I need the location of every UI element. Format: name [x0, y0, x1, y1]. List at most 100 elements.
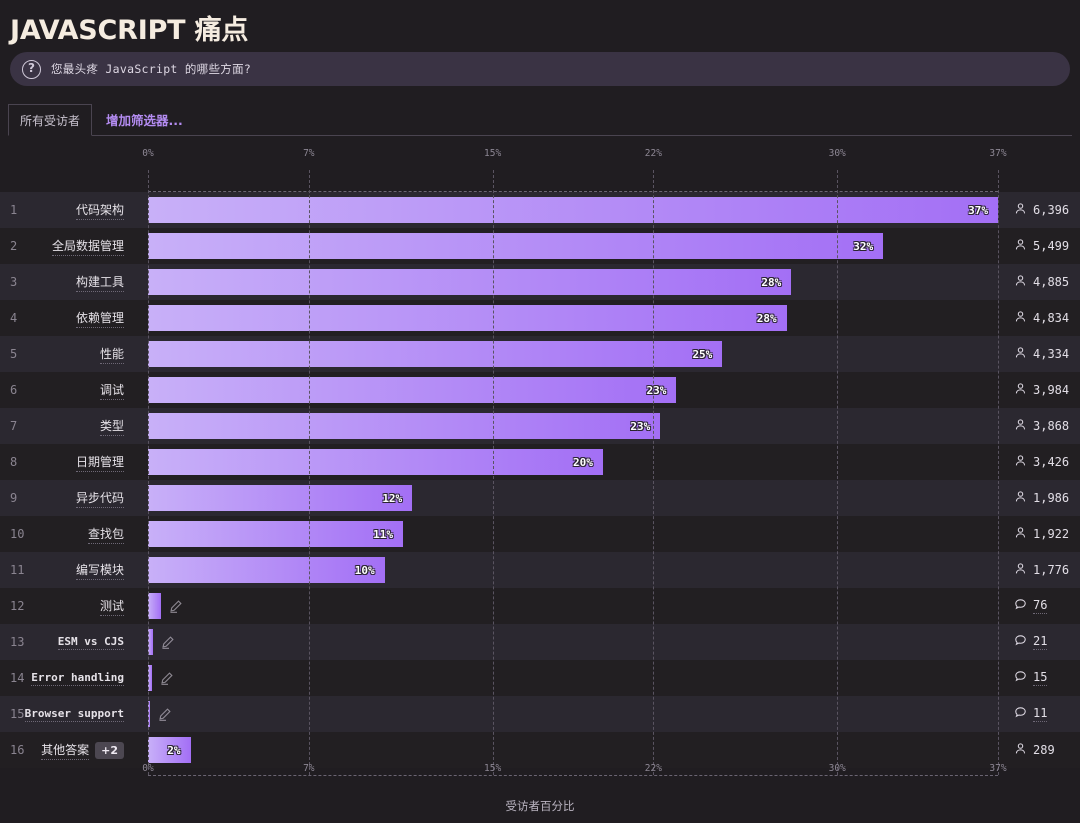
row-count-value: 4,834 — [1033, 311, 1070, 325]
bar-value-label: 20% — [572, 455, 593, 469]
table-row[interactable]: 15 Browser support 11 — [0, 696, 1080, 732]
x-tick-label: 15% — [484, 763, 502, 774]
row-count: 3,426 — [1014, 454, 1069, 470]
bar[interactable]: 11% — [148, 521, 403, 547]
bar-chart: 0% 7% 15% 22% 30% 37% 1 代码架构 37% 6,396 2 全局数据管理 32%… — [0, 148, 1080, 813]
table-row[interactable]: 10 查找包 11% 1,922 — [0, 516, 1080, 552]
bar[interactable]: 23% — [148, 377, 677, 403]
person-icon — [1014, 382, 1027, 398]
table-row[interactable]: 2 全局数据管理 32% 5,499 — [0, 228, 1080, 264]
row-label-text: Error handling — [31, 670, 124, 686]
row-label-text: 全局数据管理 — [51, 237, 124, 256]
row-count-value: 1,776 — [1033, 563, 1070, 577]
table-row[interactable]: 6 调试 23% 3,984 — [0, 372, 1080, 408]
row-label[interactable]: 依赖管理 — [0, 309, 134, 328]
bar-value-label: 11% — [373, 527, 393, 541]
table-row[interactable]: 9 异步代码 12% 1,986 — [0, 480, 1080, 516]
bar[interactable]: 23% — [148, 413, 661, 439]
table-row[interactable]: 5 性能 25% 4,334 — [0, 336, 1080, 372]
row-count: 1,986 — [1014, 490, 1069, 506]
bar-value-label: 23% — [630, 419, 651, 433]
x-tick-label: 22% — [644, 763, 662, 774]
person-icon — [1014, 310, 1027, 326]
row-count: 4,885 — [1014, 274, 1069, 290]
table-row[interactable]: 12 测试 76 — [0, 588, 1080, 624]
row-count: 1,776 — [1014, 562, 1069, 578]
row-count: 15 — [1014, 670, 1048, 686]
gridline — [492, 170, 494, 775]
table-row[interactable]: 11 编写模块 10% 1,776 — [0, 552, 1080, 588]
row-label[interactable]: 查找包 — [0, 525, 134, 544]
bar[interactable]: 32% — [148, 233, 884, 259]
row-count: 4,834 — [1014, 310, 1069, 326]
row-count-value: 3,984 — [1033, 383, 1070, 397]
x-tick-label: 7% — [303, 148, 315, 159]
pencil-icon[interactable] — [159, 671, 174, 686]
table-row[interactable]: 13 ESM vs CJS 21 — [0, 624, 1080, 660]
row-count: 3,984 — [1014, 382, 1069, 398]
row-label[interactable]: ESM vs CJS — [0, 635, 134, 650]
table-row[interactable]: 4 依赖管理 28% 4,834 — [0, 300, 1080, 336]
row-label[interactable]: 日期管理 — [0, 453, 134, 472]
x-tick-label: 15% — [484, 148, 502, 159]
bar[interactable]: 25% — [148, 341, 723, 367]
pencil-icon[interactable] — [157, 707, 172, 722]
row-count-value: 76 — [1033, 598, 1048, 614]
gridline — [148, 170, 149, 775]
x-tick-label: 37% — [989, 148, 1007, 159]
row-label[interactable]: 调试 — [0, 381, 134, 400]
row-label[interactable]: 全局数据管理 — [0, 237, 134, 256]
person-icon — [1014, 526, 1027, 542]
row-label-text: 代码架构 — [75, 201, 124, 220]
add-filter-button[interactable]: 增加筛选器... — [92, 103, 197, 135]
x-tick-label: 37% — [989, 763, 1007, 774]
table-row[interactable]: 8 日期管理 20% 3,426 — [0, 444, 1080, 480]
row-label[interactable]: 性能 — [0, 345, 134, 364]
pencil-icon[interactable] — [160, 635, 175, 650]
bar-value-label: 37% — [968, 203, 988, 217]
row-count-value: 4,885 — [1033, 275, 1070, 289]
row-count: 3,868 — [1014, 418, 1069, 434]
question-mark-circle-icon[interactable]: ? — [22, 59, 41, 79]
bar-value-label: 25% — [692, 347, 713, 361]
bar-value-label: 28% — [761, 275, 782, 289]
row-label[interactable]: 构建工具 — [0, 273, 134, 292]
bar-rows: 1 代码架构 37% 6,396 2 全局数据管理 32% 5,499 3 构建工具 28% 4,88… — [0, 192, 1080, 768]
row-count-value: 6,396 — [1033, 203, 1070, 217]
row-label[interactable]: 异步代码 — [0, 489, 134, 508]
tab-all-respondents[interactable]: 所有受访者 — [8, 104, 93, 136]
row-label[interactable]: Error handling — [0, 671, 134, 686]
page-title: JAVASCRIPT 痛点 — [10, 15, 249, 46]
row-label[interactable]: 测试 — [0, 597, 134, 616]
table-row[interactable]: 14 Error handling 15 — [0, 660, 1080, 696]
bar[interactable] — [148, 593, 161, 619]
row-count: 21 — [1014, 634, 1048, 650]
gridline — [837, 170, 839, 775]
question-bar: ? 您最头疼 JavaScript 的哪些方面? — [10, 52, 1070, 86]
bar[interactable]: 28% — [148, 305, 787, 331]
bar[interactable]: 37% — [148, 197, 998, 223]
table-row[interactable]: 7 类型 23% 3,868 — [0, 408, 1080, 444]
pencil-icon[interactable] — [168, 599, 183, 614]
bar[interactable]: 28% — [148, 269, 792, 295]
bar[interactable]: 20% — [148, 449, 603, 475]
row-count-value: 3,426 — [1033, 455, 1070, 469]
table-row[interactable]: 3 构建工具 28% 4,885 — [0, 264, 1080, 300]
bar[interactable]: 10% — [148, 557, 385, 583]
row-count-value: 1,922 — [1033, 527, 1070, 541]
row-count: 4,334 — [1014, 346, 1069, 362]
comment-icon — [1014, 706, 1027, 722]
x-axis-top: 0% 7% 15% 22% 30% 37% — [0, 148, 1080, 170]
row-label[interactable]: Browser support — [0, 707, 134, 722]
row-label-text: ESM vs CJS — [57, 634, 124, 650]
row-count: 11 — [1014, 706, 1048, 722]
axis-rule-bottom — [148, 775, 998, 776]
row-label[interactable]: 代码架构 — [0, 201, 134, 220]
bar[interactable]: 12% — [148, 485, 413, 511]
gridline — [308, 170, 310, 775]
row-label[interactable]: 编写模块 — [0, 561, 134, 580]
row-label[interactable]: 类型 — [0, 417, 134, 436]
row-count-value: 21 — [1033, 634, 1048, 650]
table-row[interactable]: 1 代码架构 37% 6,396 — [0, 192, 1080, 228]
row-count: 76 — [1014, 598, 1048, 614]
